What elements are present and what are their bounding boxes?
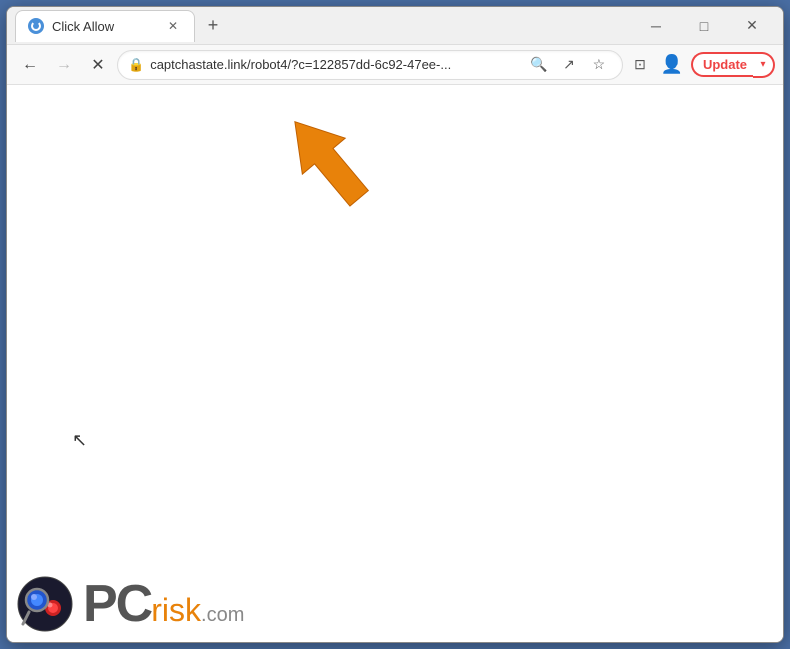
maximize-button[interactable]: □: [681, 10, 727, 42]
profile-button[interactable]: 👤: [657, 50, 687, 80]
tab-title: Click Allow: [52, 19, 156, 34]
pcrisk-text: PCrisk.com: [83, 578, 244, 630]
active-tab[interactable]: Click Allow ✕: [15, 10, 195, 42]
update-button-group: Update ▾: [691, 52, 775, 78]
back-button[interactable]: ←: [15, 50, 45, 80]
pc-text: PC: [83, 578, 151, 630]
toolbar-right: ⊡ 👤 Update ▾: [627, 50, 775, 80]
tab-favicon: [28, 18, 44, 34]
forward-button[interactable]: →: [49, 50, 79, 80]
update-button[interactable]: Update: [691, 52, 757, 77]
url-text: captchastate.link/robot4/?c=122857dd-6c9…: [150, 57, 520, 72]
update-menu-button[interactable]: ▾: [753, 52, 775, 78]
address-bar[interactable]: 🔒 captchastate.link/robot4/?c=122857dd-6…: [117, 50, 623, 80]
tab-sidebar-button[interactable]: ⊡: [627, 52, 653, 78]
dot-com-text: .com: [201, 604, 244, 626]
search-icon-btn[interactable]: 🔍: [526, 52, 552, 78]
share-icon-btn[interactable]: ↗: [556, 52, 582, 78]
risk-text: risk.com: [151, 594, 244, 626]
browser-window: Click Allow ✕ + ─ □ ✕ ← → ✕ 🔒 captchasta…: [6, 6, 784, 643]
tab-area: Click Allow ✕ +: [15, 10, 627, 42]
favicon-spinner: [31, 21, 41, 31]
tab-close-button[interactable]: ✕: [164, 17, 182, 35]
pcrisk-icon: [17, 576, 73, 632]
bookmark-icon-btn[interactable]: ☆: [586, 52, 612, 78]
mouse-cursor: ↖: [72, 430, 87, 451]
content-area: ↖ PCrisk.com: [7, 85, 783, 642]
window-controls: ─ □ ✕: [633, 10, 775, 42]
nav-bar: ← → ✕ 🔒 captchastate.link/robot4/?c=1228…: [7, 45, 783, 85]
orange-arrow: [277, 105, 377, 220]
lock-icon: 🔒: [128, 57, 144, 73]
address-icons: 🔍 ↗ ☆: [526, 52, 612, 78]
close-button[interactable]: ✕: [729, 10, 775, 42]
watermark: PCrisk.com: [17, 576, 244, 632]
minimize-button[interactable]: ─: [633, 10, 679, 42]
new-tab-button[interactable]: +: [199, 12, 227, 40]
title-bar: Click Allow ✕ + ─ □ ✕: [7, 7, 783, 45]
reload-button[interactable]: ✕: [83, 50, 113, 80]
